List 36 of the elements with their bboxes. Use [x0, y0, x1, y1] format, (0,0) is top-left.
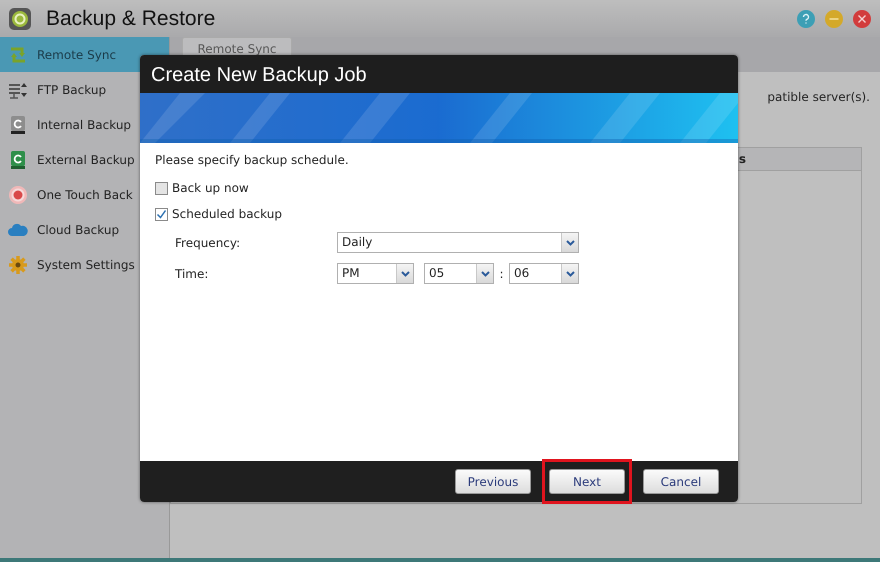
checkbox[interactable]	[155, 182, 168, 194]
dialog-title: Create New Backup Job	[140, 55, 738, 93]
caret-icon	[480, 270, 490, 276]
record-icon	[8, 184, 28, 204]
gear-icon	[8, 254, 28, 274]
caret-icon	[566, 240, 574, 246]
dialog-button[interactable]: Previous	[455, 469, 531, 494]
time-label: Time:	[175, 266, 210, 280]
app-logo-icon	[8, 6, 32, 30]
checkbox-label: Back up now	[172, 181, 249, 195]
caret-icon	[400, 270, 410, 276]
sync-icon	[8, 44, 28, 64]
dialog-button[interactable]: Next	[549, 469, 625, 494]
checkbox[interactable]	[155, 208, 168, 220]
caret-icon	[566, 270, 574, 276]
minimize-icon[interactable]	[825, 10, 843, 28]
sidebar-item[interactable]: System Settings	[0, 247, 169, 282]
window-title: Backup & Restore	[46, 6, 216, 30]
close-icon[interactable]	[853, 10, 871, 28]
drive-icon	[8, 114, 28, 134]
instruction-text: Please specify backup schedule.	[155, 153, 350, 167]
sidebar-item[interactable]: One Touch Back	[0, 177, 169, 212]
sidebar-item[interactable]: Cloud Backup	[0, 212, 169, 247]
sidebar-item[interactable]: Internal Backup	[0, 107, 169, 142]
hour-select[interactable]: 05	[424, 263, 494, 284]
frequency-label: Frequency:	[175, 236, 242, 250]
period-select[interactable]: PM	[337, 263, 414, 284]
checkbox-label: Scheduled backup	[172, 207, 282, 221]
drive-icon	[8, 150, 28, 170]
minute-select[interactable]: 06	[509, 263, 579, 284]
dialog-button[interactable]: Cancel	[643, 469, 719, 494]
description-text: patible server(s).	[767, 90, 870, 104]
column-header: s	[738, 152, 746, 166]
time-separator: :	[498, 266, 505, 280]
help-icon[interactable]	[797, 10, 815, 28]
frequency-select[interactable]: Daily	[337, 232, 579, 253]
